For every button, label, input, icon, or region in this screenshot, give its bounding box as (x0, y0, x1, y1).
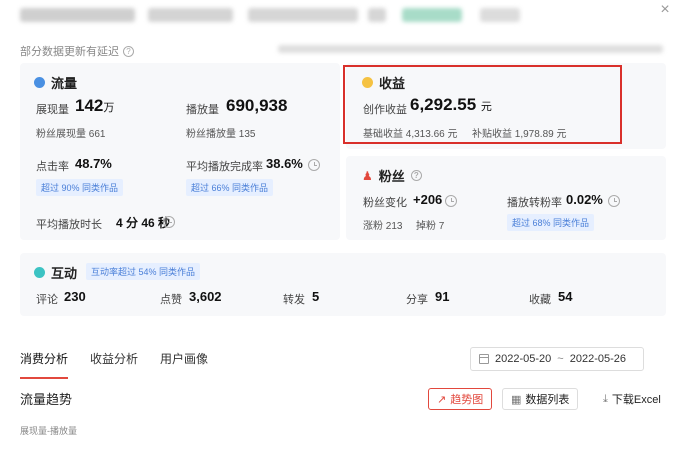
plays-label: 播放量 (186, 104, 219, 116)
fan-gain: 涨粉 213 (363, 221, 403, 232)
data-list-button[interactable]: ▦ 数据列表 (502, 388, 579, 410)
help-icon[interactable]: ? (123, 45, 134, 57)
help-icon[interactable]: ? (410, 170, 422, 181)
plays-value: 690,938 (226, 96, 288, 115)
traffic-dot-icon (34, 77, 45, 88)
history-icon[interactable] (308, 159, 320, 171)
fan-plays: 粉丝播放量 135 (186, 129, 256, 140)
date-range-picker[interactable]: 2022-05-20 ~ 2022-05-26 (470, 347, 644, 371)
date-end: 2022-05-26 (569, 353, 626, 365)
date-separator: ~ (557, 353, 564, 365)
tab-consumption[interactable]: 消费分析 (20, 350, 69, 379)
trend-title: 流量趋势 (20, 392, 73, 407)
trend-icon: ↗ (437, 393, 447, 406)
interaction-badge: 互动率超过 54% 同类作品 (86, 263, 201, 280)
blurred-title (368, 8, 386, 22)
blurred-title (20, 8, 135, 22)
table-icon: ▦ (511, 393, 522, 406)
tab-revenue[interactable]: 收益分析 (90, 350, 138, 379)
revenue-highlight (343, 65, 622, 144)
share-label: 分享 (406, 294, 428, 306)
traffic-title: 流量 (34, 73, 77, 92)
conversion-label: 播放转粉率 (507, 197, 562, 209)
favorites-label: 收藏 (529, 294, 551, 306)
shares-label: 转发 (283, 294, 305, 306)
blurred-info (278, 45, 663, 53)
completion-label: 平均播放完成率 (186, 161, 263, 173)
fan-change-value: +206 (413, 192, 443, 207)
blurred-title (402, 8, 462, 22)
blurred-title (248, 8, 358, 22)
impressions-label: 展现量 (36, 104, 69, 116)
comments-value: 230 (64, 289, 86, 304)
fans-card: ♟ 粉丝 ? 粉丝变化 +206 涨粉 213 掉粉 7 播放转粉率 0.02%… (346, 156, 666, 240)
favorites-value: 54 (558, 289, 573, 304)
delay-notice: 部分数据更新有延迟 ? (20, 43, 134, 59)
shares-value: 5 (312, 289, 320, 304)
completion-badge: 超过 66% 同类作品 (186, 179, 274, 196)
ctr-label: 点击率 (36, 161, 69, 173)
comments-label: 评论 (36, 294, 58, 306)
fan-change-label: 粉丝变化 (363, 197, 407, 209)
ctr-badge: 超过 90% 同类作品 (36, 179, 124, 196)
conversion-badge: 超过 68% 同类作品 (507, 214, 595, 231)
likes-value: 3,602 (189, 289, 222, 304)
blurred-title (148, 8, 233, 22)
fan-loss: 掉粉 7 (416, 221, 445, 232)
notice-text: 部分数据更新有延迟 (20, 46, 119, 58)
analysis-tabs: 消费分析 收益分析 用户画像 (20, 350, 208, 379)
interaction-card: 互动 互动率超过 54% 同类作品 评论 230 点赞 3,602 转发 5 分… (20, 253, 666, 316)
interaction-dot-icon (34, 267, 45, 278)
share-value: 91 (435, 289, 450, 304)
completion-value: 38.6% (266, 156, 303, 171)
likes-label: 点赞 (160, 294, 182, 306)
person-icon: ♟ (362, 168, 373, 183)
calendar-icon (479, 354, 489, 364)
close-icon[interactable]: × (657, 2, 673, 18)
ctr-value: 48.7% (75, 156, 112, 171)
trend-chart-button[interactable]: ↗ 趋势图 (428, 388, 493, 410)
traffic-card: 流量 展现量 142万 播放量 690,938 粉丝展现量 661 粉丝播放量 … (20, 63, 340, 240)
history-icon[interactable] (445, 195, 457, 207)
fans-title: ♟ 粉丝 ? (362, 166, 422, 185)
interaction-title: 互动 (34, 263, 77, 282)
fan-impressions: 粉丝展现量 661 (36, 129, 106, 140)
title-bar: × (0, 0, 683, 32)
tab-audience[interactable]: 用户画像 (160, 350, 208, 379)
history-icon[interactable] (163, 216, 175, 228)
duration-label: 平均播放时长 (36, 219, 102, 231)
download-excel-button[interactable]: ⤓ 下载Excel (597, 388, 667, 410)
download-icon: ⤓ (603, 392, 608, 405)
impressions-value: 142万 (75, 96, 115, 115)
blurred-title (480, 8, 520, 22)
duration-value: 4 分 46 秒 (116, 216, 171, 230)
history-icon[interactable] (608, 195, 620, 207)
conversion-value: 0.02% (566, 192, 603, 207)
chart-legend-label: 展现量-播放量 (20, 426, 77, 436)
date-start: 2022-05-20 (495, 353, 552, 365)
